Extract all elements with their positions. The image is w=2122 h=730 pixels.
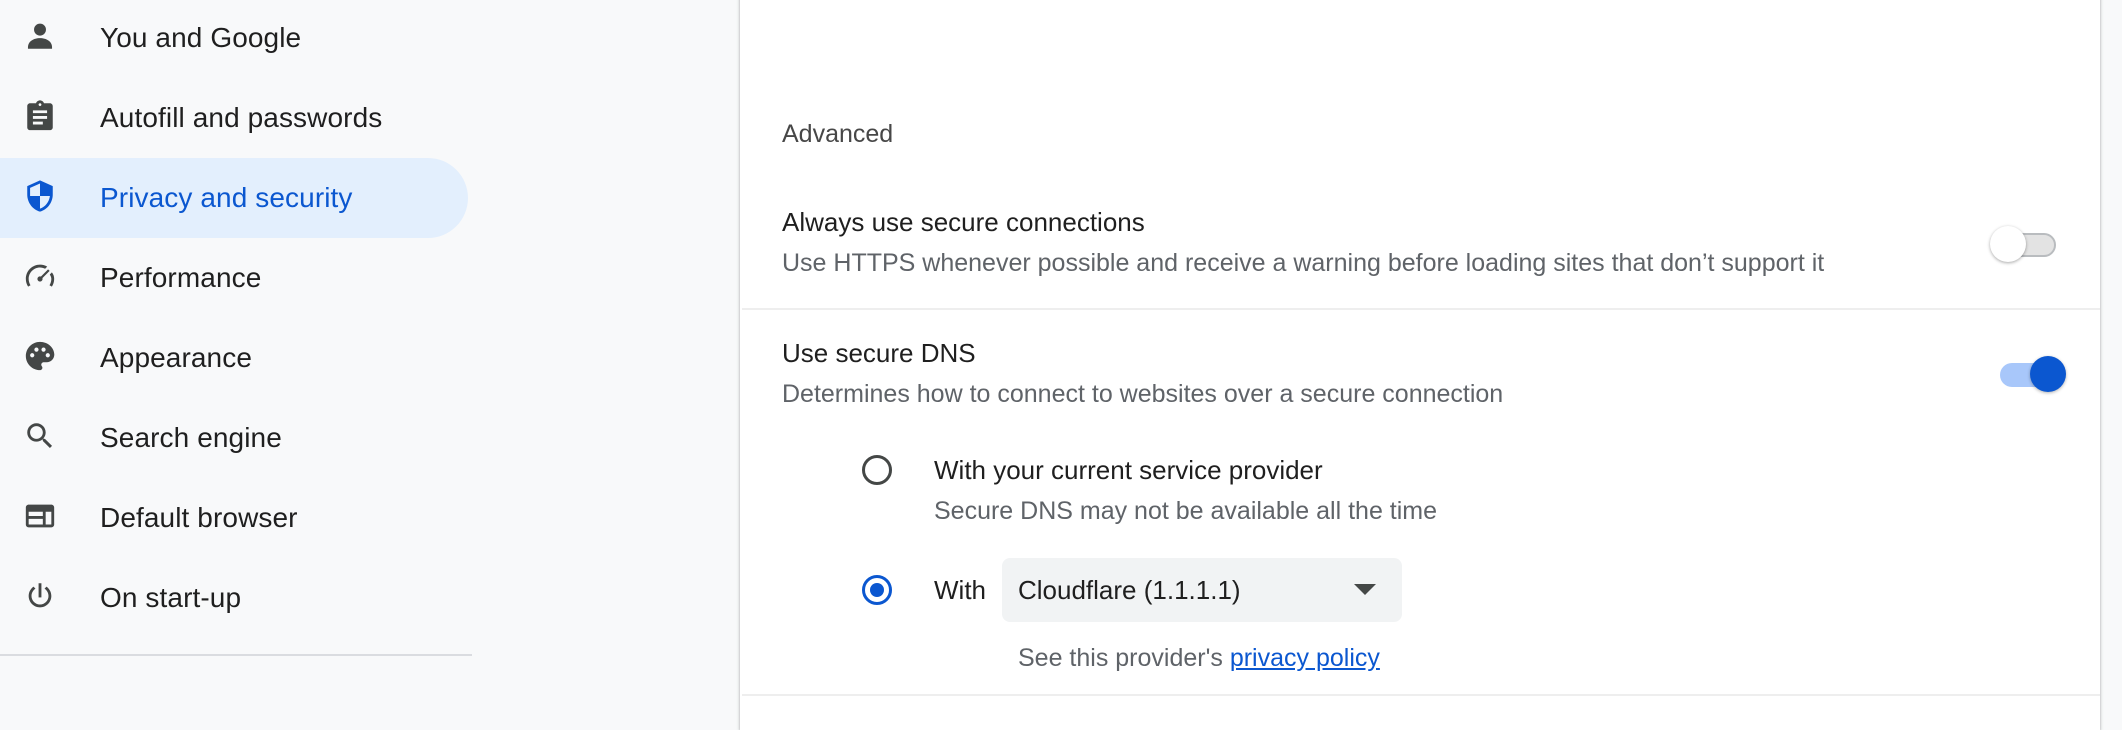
chevron-down-icon — [1354, 584, 1376, 595]
sidebar-item-label: You and Google — [100, 22, 302, 53]
section-title-advanced: Advanced — [782, 120, 894, 148]
sidebar-item-label: Appearance — [100, 342, 253, 373]
sidebar-item-autofill-and-passwords[interactable]: Autofill and passwords — [0, 78, 468, 158]
sidebar-item-appearance[interactable]: Appearance — [0, 318, 468, 398]
sidebar-item-label: On start-up — [100, 582, 242, 613]
palette-icon — [22, 338, 58, 374]
toggle-knob — [1990, 226, 2026, 262]
clipboard-icon — [22, 98, 58, 134]
secure-dns-title: Use secure DNS — [782, 338, 976, 368]
sidebar-item-label: Default browser — [100, 502, 298, 533]
dns-provider-select[interactable]: Cloudflare (1.1.1.1) — [1002, 558, 1402, 622]
speedometer-icon — [22, 258, 58, 294]
secure-dns-subtitle: Determines how to connect to websites ov… — [782, 380, 1504, 408]
sidebar-item-label: Privacy and security — [100, 182, 353, 213]
secure-connections-title: Always use secure connections — [782, 207, 1145, 237]
provider-note: See this provider's privacy policy — [1018, 644, 1380, 673]
radio-current-provider[interactable] — [862, 455, 892, 485]
settings-sidebar: You and Google Autofill and passwords Pr… — [0, 0, 472, 716]
secure-dns-toggle[interactable] — [2000, 356, 2066, 392]
toggle-knob — [2030, 356, 2066, 392]
search-icon — [22, 418, 58, 454]
secure-connections-subtitle: Use HTTPS whenever possible and receive … — [782, 249, 1825, 277]
sidebar-item-label: Search engine — [100, 422, 282, 453]
sidebar-item-on-start-up[interactable]: On start-up — [0, 558, 468, 638]
option-custom-provider-label: With — [934, 575, 986, 605]
shield-icon — [22, 178, 58, 214]
provider-note-text: See this provider's — [1018, 644, 1230, 672]
sidebar-item-search-engine[interactable]: Search engine — [0, 398, 468, 478]
sidebar-divider — [0, 654, 472, 656]
sidebar-item-privacy-and-security[interactable]: Privacy and security — [0, 158, 468, 238]
radio-custom-provider[interactable] — [862, 575, 892, 605]
sidebar-item-performance[interactable]: Performance — [0, 238, 468, 318]
row-divider — [742, 308, 2100, 310]
browser-window-icon — [22, 498, 58, 534]
person-icon — [22, 18, 58, 54]
row-divider — [742, 694, 2100, 696]
privacy-policy-link[interactable]: privacy policy — [1230, 644, 1380, 672]
option-current-provider-description: Secure DNS may not be available all the … — [934, 497, 1438, 525]
power-icon — [22, 578, 58, 614]
sidebar-item-you-and-google[interactable]: You and Google — [0, 0, 468, 78]
dns-provider-value: Cloudflare (1.1.1.1) — [1018, 575, 1241, 605]
sidebar-item-default-browser[interactable]: Default browser — [0, 478, 468, 558]
option-current-provider-label: With your current service provider — [934, 455, 1323, 485]
sidebar-item-label: Autofill and passwords — [100, 102, 383, 133]
secure-connections-toggle[interactable] — [1990, 226, 2056, 262]
sidebar-item-label: Performance — [100, 262, 262, 293]
